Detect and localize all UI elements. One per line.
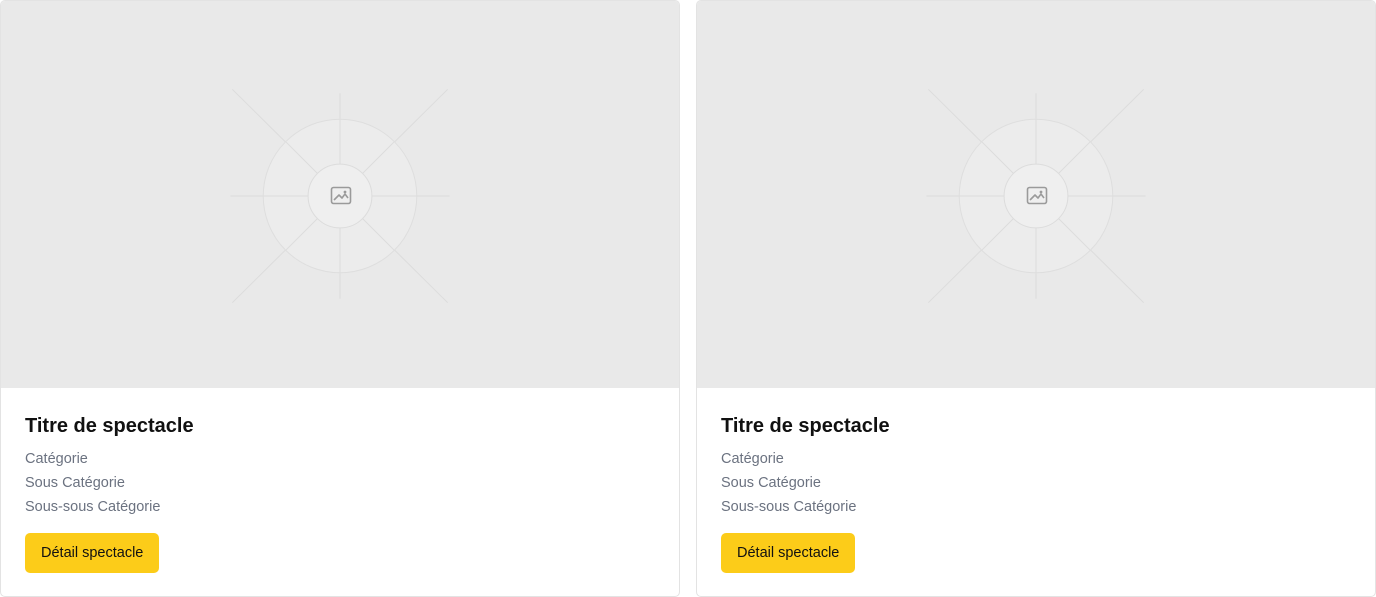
- card-subsubcategory: Sous-sous Catégorie: [25, 499, 161, 515]
- show-card: Titre de spectacle Catégorie Sous Catégo…: [696, 0, 1376, 597]
- card-subsubcategory: Sous-sous Catégorie: [721, 499, 857, 515]
- image-icon: [1026, 186, 1048, 205]
- card-subcategory: Sous Catégorie: [25, 475, 125, 491]
- show-detail-button[interactable]: Détail spectacle: [25, 533, 160, 573]
- card-category: Catégorie: [721, 451, 784, 467]
- card-title: Titre de spectacle: [25, 415, 194, 437]
- card-image-placeholder: [697, 1, 1375, 388]
- show-card: Titre de spectacle Catégorie Sous Catégo…: [0, 0, 680, 597]
- card-image-placeholder: [1, 1, 679, 388]
- show-detail-button[interactable]: Détail spectacle: [721, 533, 856, 573]
- show-card-grid: Titre de spectacle Catégorie Sous Catégo…: [0, 0, 1376, 597]
- card-title: Titre de spectacle: [721, 415, 890, 437]
- card-subcategory: Sous Catégorie: [721, 475, 821, 491]
- card-category: Catégorie: [25, 451, 88, 467]
- image-icon: [330, 186, 352, 205]
